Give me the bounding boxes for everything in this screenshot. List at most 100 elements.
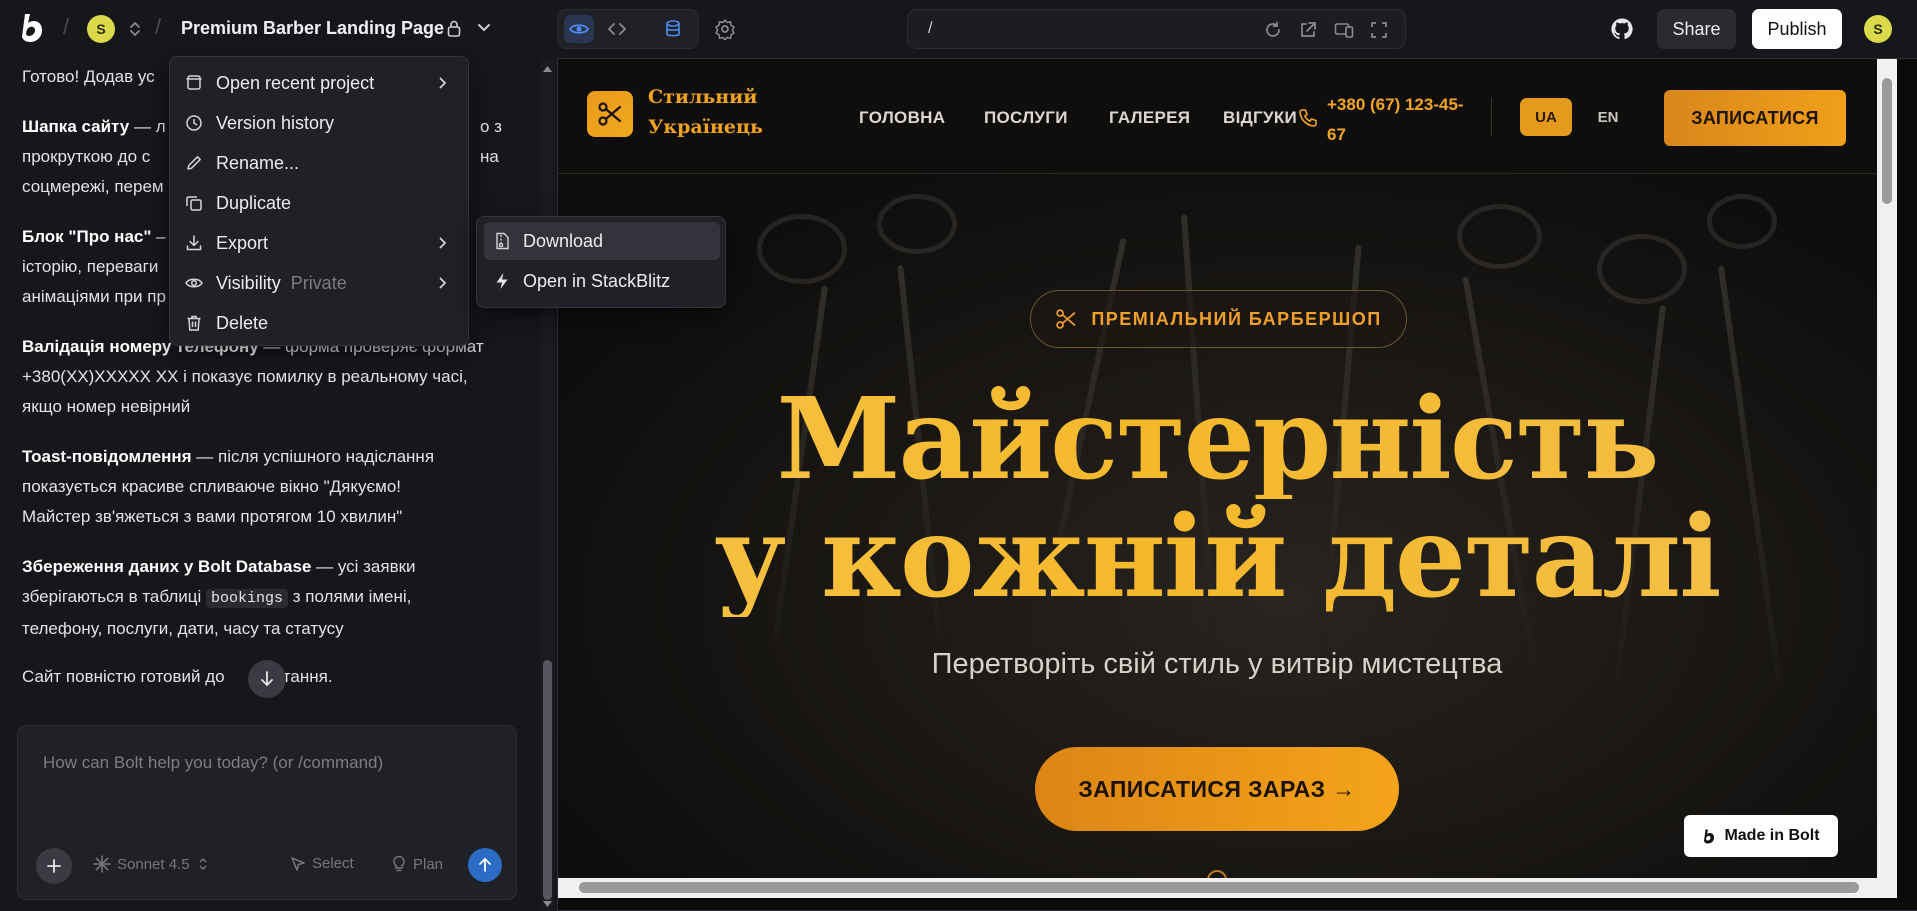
- nav-gallery[interactable]: ГАЛЕРЕЯ: [1109, 108, 1190, 128]
- chat-input[interactable]: How can Bolt help you today? (or /comman…: [43, 753, 383, 773]
- menu-item-duplicate[interactable]: Duplicate: [170, 183, 470, 223]
- project-title[interactable]: Premium Barber Landing Page: [181, 18, 444, 39]
- select-tool-button[interactable]: Select: [290, 855, 354, 872]
- scroll-down-arrow-icon[interactable]: [543, 901, 552, 907]
- lock-icon: [447, 20, 461, 37]
- chevron-updown-icon: [199, 857, 207, 871]
- bolt-logo-icon: [1704, 829, 1715, 843]
- badge-label: ПРЕМІАЛЬНИЙ БАРБЕРШОП: [1091, 308, 1382, 329]
- arrow-down-icon: [261, 671, 273, 687]
- gear-icon[interactable]: [714, 18, 736, 40]
- chevron-right-icon: [439, 237, 447, 249]
- code-icon: [607, 23, 627, 35]
- phone-icon: [1299, 109, 1317, 127]
- chat-message: Toast-повідомлення — після успішного над…: [22, 447, 435, 526]
- site-header: Стильний Українець ГОЛОВНА ПОСЛУГИ ГАЛЕРЕ…: [557, 60, 1877, 174]
- fullscreen-icon[interactable]: [1370, 21, 1388, 39]
- menu-item-version-history[interactable]: Version history: [170, 103, 470, 143]
- code-tab[interactable]: [602, 15, 632, 43]
- brand-name[interactable]: Стильний Українець: [648, 82, 808, 142]
- top-bar: / S / Premium Barber Landing Page / Shar…: [0, 0, 1917, 58]
- menu-item-rename[interactable]: Rename...: [170, 143, 470, 183]
- lightbulb-icon: [393, 855, 405, 872]
- phone-link[interactable]: +380 (67) 123-45-67: [1327, 90, 1467, 150]
- send-button[interactable]: [468, 848, 502, 882]
- sparkle-icon: [93, 855, 111, 873]
- made-in-bolt-badge[interactable]: Made in Bolt: [1684, 815, 1838, 857]
- lang-en-button[interactable]: EN: [1582, 98, 1634, 136]
- separator: /: [63, 14, 70, 39]
- folder-icon: [186, 75, 202, 90]
- download-icon: [186, 235, 202, 251]
- bolt-logo-icon[interactable]: [18, 12, 46, 44]
- menu-item-delete[interactable]: Delete: [170, 303, 470, 343]
- scissors-icon: [598, 102, 622, 126]
- submenu-item-download[interactable]: Download: [484, 222, 720, 260]
- scroll-up-arrow-icon[interactable]: [543, 66, 552, 72]
- site-preview: Стильний Українець ГОЛОВНА ПОСЛУГИ ГАЛЕРЕ…: [557, 58, 1917, 911]
- database-icon: [666, 20, 680, 37]
- eye-icon: [185, 278, 203, 288]
- menu-item-visibility[interactable]: Visibility Private: [170, 263, 470, 303]
- hero-headline-line2: у кожній деталі: [557, 499, 1877, 617]
- preview-tab[interactable]: [564, 15, 594, 43]
- separator: /: [155, 14, 162, 39]
- model-selector[interactable]: Sonnet 4.5: [93, 855, 208, 873]
- chevron-right-icon: [439, 77, 447, 89]
- book-now-button[interactable]: ЗАПИСАТИСЯ ЗАРАЗ →: [1035, 747, 1399, 831]
- chat-message: Збереження даних у Bolt Database — усі з…: [22, 557, 416, 638]
- hero-headline-line1: Майстерність: [557, 381, 1877, 499]
- hero-subheadline: Перетворіть свій стиль у витвір мистецтв…: [931, 648, 1503, 680]
- history-icon: [186, 115, 202, 131]
- chevron-right-icon: [439, 277, 447, 289]
- chat-input-box[interactable]: How can Bolt help you today? (or /comman…: [17, 725, 517, 900]
- url-text[interactable]: /: [928, 20, 932, 38]
- eye-icon: [569, 24, 589, 34]
- menu-item-open-recent[interactable]: Open recent project: [170, 63, 470, 103]
- scroll-down-button[interactable]: [248, 660, 286, 698]
- plan-label: Plan: [413, 855, 444, 873]
- chat-scrollbar-thumb[interactable]: [543, 660, 552, 900]
- copy-icon: [186, 196, 202, 211]
- preview-hscrollbar-thumb[interactable]: [579, 882, 1859, 893]
- brand-logo[interactable]: [587, 91, 633, 137]
- plan-button[interactable]: Plan: [391, 855, 443, 873]
- user-avatar[interactable]: S: [1864, 15, 1892, 43]
- plus-icon: [47, 859, 61, 873]
- nav-reviews[interactable]: ВІДГУКИ: [1223, 108, 1297, 128]
- divider: [1491, 98, 1492, 136]
- github-icon[interactable]: [1610, 17, 1634, 41]
- database-tab[interactable]: [658, 15, 688, 43]
- file-zip-icon: [496, 232, 509, 250]
- publish-button[interactable]: Publish: [1752, 9, 1842, 49]
- submenu-item-open-stackblitz[interactable]: Open in StackBlitz: [484, 262, 720, 300]
- model-label: Sonnet 4.5: [117, 855, 190, 873]
- visibility-value: Private: [290, 273, 347, 293]
- view-switcher: [557, 9, 699, 49]
- devices-icon[interactable]: [1334, 21, 1354, 39]
- book-button[interactable]: ЗАПИСАТИСЯ: [1664, 90, 1846, 146]
- cursor-icon: [291, 856, 305, 871]
- select-label: Select: [312, 855, 354, 872]
- nav-home[interactable]: ГОЛОВНА: [859, 108, 945, 128]
- export-submenu: Download Open in StackBlitz: [476, 216, 726, 308]
- nav-services[interactable]: ПОСЛУГИ: [984, 108, 1068, 128]
- external-link-icon[interactable]: [1299, 21, 1317, 39]
- bolt-icon: [496, 273, 508, 289]
- pencil-icon: [187, 156, 201, 170]
- scissors-icon: [1056, 309, 1076, 329]
- url-bar[interactable]: /: [907, 9, 1406, 49]
- trash-icon: [187, 315, 201, 331]
- reload-icon[interactable]: [1264, 21, 1282, 39]
- arrow-up-icon: [479, 857, 491, 872]
- code-snippet: bookings: [206, 589, 289, 608]
- share-button[interactable]: Share: [1657, 9, 1736, 49]
- chevron-updown-icon[interactable]: [128, 20, 142, 38]
- avatar[interactable]: S: [87, 15, 115, 43]
- add-attachment-button[interactable]: [36, 848, 72, 884]
- preview-scrollbar-thumb[interactable]: [1882, 78, 1892, 204]
- menu-item-export[interactable]: Export: [170, 223, 470, 263]
- hero-badge: ПРЕМІАЛЬНИЙ БАРБЕРШОП: [1030, 290, 1407, 348]
- chevron-down-icon[interactable]: [476, 22, 492, 34]
- lang-ua-button[interactable]: UA: [1520, 98, 1572, 136]
